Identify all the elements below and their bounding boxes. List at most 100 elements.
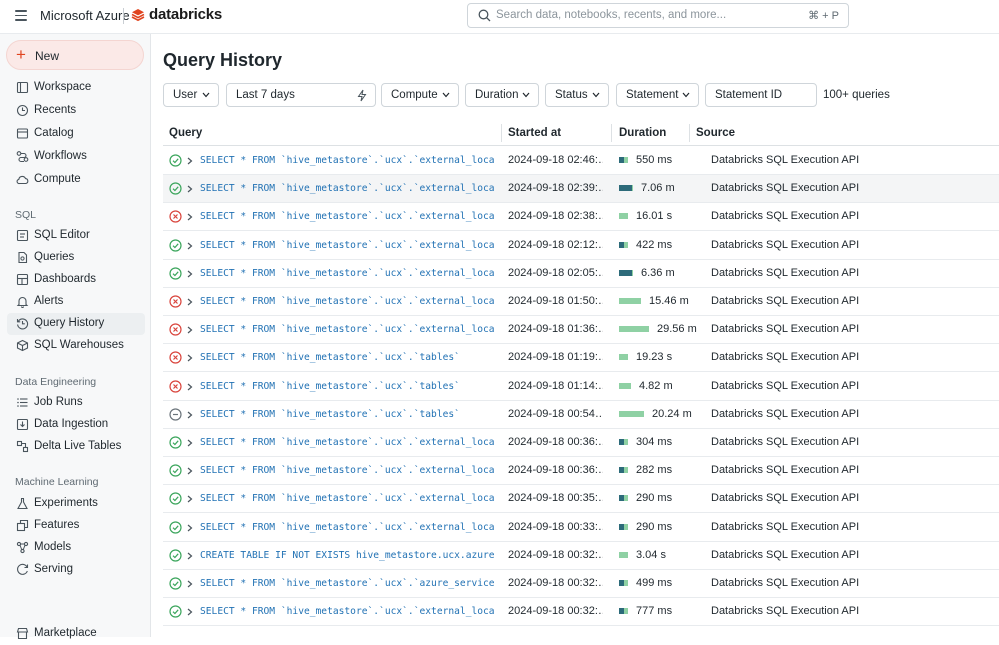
query-text-link[interactable]: SELECT * FROM `hive_metastore`.`ucx`.`ex…	[200, 183, 494, 194]
query-text-link[interactable]: SELECT * FROM `hive_metastore`.`ucx`.`ex…	[200, 465, 494, 476]
column-header-started[interactable]: Started at	[508, 127, 561, 139]
user-filter[interactable]: User	[163, 83, 219, 107]
chevron-right-icon[interactable]	[187, 524, 193, 532]
sidebar-item-sql-editor[interactable]: SQL Editor	[7, 225, 145, 247]
sidebar-item-label: Marketplace	[34, 627, 97, 639]
sidebar-item-recents[interactable]: Recents	[7, 100, 145, 122]
duration-bar-remaining	[624, 157, 628, 163]
table-row[interactable]: SELECT * FROM `hive_metastore`.`ucx`.`ta…	[163, 401, 999, 429]
chevron-right-icon[interactable]	[187, 580, 193, 588]
table-row[interactable]: SELECT * FROM `hive_metastore`.`ucx`.`ex…	[163, 288, 999, 316]
query-text-link[interactable]: SELECT * FROM `hive_metastore`.`ucx`.`ex…	[200, 296, 494, 307]
table-row[interactable]: SELECT * FROM `hive_metastore`.`ucx`.`ex…	[163, 232, 999, 260]
failed-x-icon	[169, 295, 182, 308]
sidebar-item-query-history[interactable]: Query History	[7, 313, 145, 335]
new-button[interactable]: + New	[6, 40, 144, 70]
sidebar-item-label: Models	[34, 541, 72, 553]
chevron-right-icon[interactable]	[187, 552, 193, 560]
statement-filter[interactable]: Statement	[616, 83, 699, 107]
query-text-link[interactable]: SELECT * FROM `hive_metastore`.`ucx`.`ex…	[200, 268, 494, 279]
column-divider[interactable]	[689, 124, 690, 142]
lightning-icon[interactable]	[357, 89, 367, 102]
table-row[interactable]: SELECT * FROM `hive_metastore`.`ucx`.`ex…	[163, 203, 999, 232]
query-text-link[interactable]: SELECT * FROM `hive_metastore`.`ucx`.`ex…	[200, 211, 494, 222]
column-divider[interactable]	[611, 124, 612, 142]
chevron-down-icon	[592, 92, 600, 98]
duration-bar-remaining	[619, 551, 628, 558]
table-row[interactable]: SELECT * FROM `hive_metastore`.`ucx`.`ex…	[163, 514, 999, 542]
chevron-right-icon[interactable]	[187, 185, 193, 193]
chevron-right-icon[interactable]	[187, 439, 193, 447]
sidebar-item-serving[interactable]: Serving	[7, 559, 145, 581]
success-check-icon	[169, 577, 182, 590]
query-text-link[interactable]: CREATE TABLE IF NOT EXISTS hive_metastor…	[200, 550, 494, 561]
sidebar-item-job-runs[interactable]: Job Runs	[7, 392, 145, 414]
hamburger-menu-icon[interactable]	[15, 10, 27, 22]
databricks-logo[interactable]: databricks	[131, 6, 222, 23]
table-row[interactable]: SELECT * FROM `hive_metastore`.`ucx`.`ta…	[163, 373, 999, 401]
search-input[interactable]: Search data, notebooks, recents, and mor…	[496, 9, 726, 21]
sidebar-item-workspace[interactable]: Workspace	[7, 77, 145, 99]
table-row[interactable]: SELECT * FROM `hive_metastore`.`ucx`.`ex…	[163, 457, 999, 486]
query-text-link[interactable]: SELECT * FROM `hive_metastore`.`ucx`.`ex…	[200, 240, 494, 251]
query-text-link[interactable]: SELECT * FROM `hive_metastore`.`ucx`.`az…	[200, 578, 494, 589]
sidebar-item-marketplace[interactable]: Marketplace	[7, 623, 145, 645]
chevron-right-icon[interactable]	[187, 298, 193, 306]
query-text-link[interactable]: SELECT * FROM `hive_metastore`.`ucx`.`ex…	[200, 437, 494, 448]
table-row[interactable]: SELECT * FROM `hive_metastore`.`ucx`.`ex…	[163, 598, 999, 627]
query-text-link[interactable]: SELECT * FROM `hive_metastore`.`ucx`.`ex…	[200, 324, 494, 335]
sidebar-item-label: Catalog	[34, 127, 74, 139]
table-row[interactable]: SELECT * FROM `hive_metastore`.`ucx`.`ex…	[163, 429, 999, 457]
sidebar-item-experiments[interactable]: Experiments	[7, 493, 145, 515]
chevron-right-icon[interactable]	[187, 157, 193, 165]
sidebar-item-workflows[interactable]: Workflows	[7, 146, 145, 168]
sidebar-item-models[interactable]: Models	[7, 537, 145, 559]
global-search[interactable]: Search data, notebooks, recents, and mor…	[467, 3, 849, 28]
column-header-source[interactable]: Source	[696, 127, 735, 139]
chevron-right-icon[interactable]	[187, 411, 193, 419]
chevron-right-icon[interactable]	[187, 467, 193, 475]
status-filter[interactable]: Status	[545, 83, 609, 107]
table-row[interactable]: CREATE TABLE IF NOT EXISTS hive_metastor…	[163, 542, 999, 570]
query-text-link[interactable]: SELECT * FROM `hive_metastore`.`ucx`.`ex…	[200, 606, 494, 617]
sidebar-item-alerts[interactable]: Alerts	[7, 291, 145, 313]
table-row[interactable]: SELECT * FROM `hive_metastore`.`ucx`.`ex…	[163, 260, 999, 288]
query-text-link[interactable]: SELECT * FROM `hive_metastore`.`ucx`.`ex…	[200, 522, 494, 533]
statement-id-input[interactable]: Statement ID	[705, 83, 817, 107]
duration-bar	[619, 608, 628, 615]
column-header-duration[interactable]: Duration	[619, 127, 666, 139]
chevron-right-icon[interactable]	[187, 354, 193, 362]
chevron-right-icon[interactable]	[187, 608, 193, 616]
chevron-right-icon[interactable]	[187, 213, 193, 221]
query-text-link[interactable]: SELECT * FROM `hive_metastore`.`ucx`.`ex…	[200, 493, 494, 504]
table-row[interactable]: SELECT * FROM `hive_metastore`.`ucx`.`ex…	[163, 175, 999, 204]
date-range-filter[interactable]: Last 7 days	[226, 83, 376, 107]
compute-filter[interactable]: Compute	[381, 83, 459, 107]
chevron-right-icon[interactable]	[187, 495, 193, 503]
table-row[interactable]: SELECT * FROM `hive_metastore`.`ucx`.`ex…	[163, 485, 999, 514]
query-text-link[interactable]: SELECT * FROM `hive_metastore`.`ucx`.`ex…	[200, 155, 494, 166]
chevron-right-icon[interactable]	[187, 270, 193, 278]
sidebar-item-features[interactable]: Features	[7, 515, 145, 537]
query-text-link[interactable]: SELECT * FROM `hive_metastore`.`ucx`.`ta…	[200, 409, 494, 420]
sidebar-item-delta-live-tables[interactable]: Delta Live Tables	[7, 436, 145, 458]
query-text-link[interactable]: SELECT * FROM `hive_metastore`.`ucx`.`ta…	[200, 352, 494, 363]
table-row[interactable]: SELECT * FROM `hive_metastore`.`ucx`.`az…	[163, 570, 999, 598]
sidebar-item-catalog[interactable]: Catalog	[7, 123, 145, 145]
query-text-link[interactable]: SELECT * FROM `hive_metastore`.`ucx`.`ta…	[200, 381, 494, 392]
chevron-right-icon[interactable]	[187, 326, 193, 334]
started-at-cell: 2024-09-18 02:39:…	[508, 182, 603, 195]
column-header-query[interactable]: Query	[169, 127, 202, 139]
column-divider[interactable]	[501, 124, 502, 142]
sidebar-item-queries[interactable]: Queries	[7, 247, 145, 269]
table-row[interactable]: SELECT * FROM `hive_metastore`.`ucx`.`ex…	[163, 147, 999, 175]
table-row[interactable]: SELECT * FROM `hive_metastore`.`ucx`.`ex…	[163, 316, 999, 345]
table-row[interactable]: SELECT * FROM `hive_metastore`.`ucx`.`ta…	[163, 344, 999, 373]
sidebar-item-dashboards[interactable]: Dashboards	[7, 269, 145, 291]
sidebar-item-compute[interactable]: Compute	[7, 169, 145, 191]
chevron-right-icon[interactable]	[187, 242, 193, 250]
chevron-right-icon[interactable]	[187, 383, 193, 391]
sidebar-item-data-ingestion[interactable]: Data Ingestion	[7, 414, 145, 436]
sidebar-item-sql-warehouses[interactable]: SQL Warehouses	[7, 335, 145, 357]
duration-filter[interactable]: Duration	[465, 83, 539, 107]
